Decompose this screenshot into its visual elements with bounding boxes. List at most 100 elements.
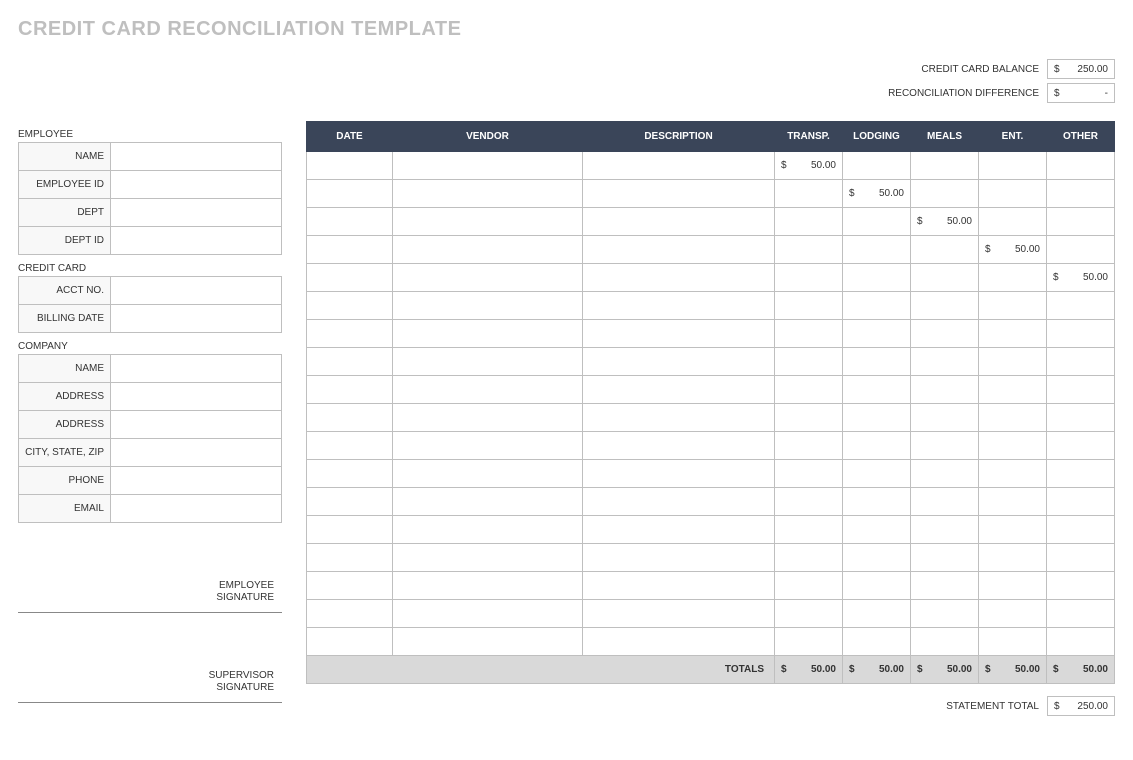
cell-transp[interactable] xyxy=(775,544,843,572)
employee-signature-area[interactable]: EMPLOYEE SIGNATURE xyxy=(18,571,282,613)
cell-meals[interactable] xyxy=(911,236,979,264)
cell-other[interactable] xyxy=(1047,348,1115,376)
cell-description[interactable] xyxy=(583,432,775,460)
cell-meals[interactable] xyxy=(911,488,979,516)
cell-ent[interactable] xyxy=(979,460,1047,488)
cell-description[interactable] xyxy=(583,488,775,516)
cell-other[interactable] xyxy=(1047,628,1115,656)
cell-ent[interactable] xyxy=(979,516,1047,544)
cell-lodging[interactable] xyxy=(843,208,911,236)
cell-vendor[interactable] xyxy=(393,292,583,320)
cell-vendor[interactable] xyxy=(393,348,583,376)
reconciliation-diff-value[interactable]: $ - xyxy=(1047,83,1115,103)
company-name-input[interactable] xyxy=(111,355,282,383)
company-email-input[interactable] xyxy=(111,495,282,523)
cell-meals[interactable] xyxy=(911,348,979,376)
acct-no-input[interactable] xyxy=(111,277,282,305)
dept-id-input[interactable] xyxy=(111,227,282,255)
cell-ent[interactable] xyxy=(979,488,1047,516)
cell-description[interactable] xyxy=(583,208,775,236)
cell-meals[interactable] xyxy=(911,404,979,432)
cell-description[interactable] xyxy=(583,404,775,432)
cell-ent[interactable] xyxy=(979,292,1047,320)
cell-ent[interactable] xyxy=(979,600,1047,628)
cell-meals[interactable] xyxy=(911,376,979,404)
cell-vendor[interactable] xyxy=(393,432,583,460)
cell-transp[interactable] xyxy=(775,376,843,404)
cell-meals[interactable] xyxy=(911,264,979,292)
cell-other[interactable] xyxy=(1047,544,1115,572)
cell-other[interactable] xyxy=(1047,460,1115,488)
cell-transp[interactable] xyxy=(775,404,843,432)
cell-description[interactable] xyxy=(583,516,775,544)
cell-vendor[interactable] xyxy=(393,376,583,404)
employee-name-input[interactable] xyxy=(111,143,282,171)
cell-ent[interactable] xyxy=(979,404,1047,432)
cell-other[interactable] xyxy=(1047,320,1115,348)
cell-transp[interactable] xyxy=(775,208,843,236)
cell-ent[interactable] xyxy=(979,572,1047,600)
cell-description[interactable] xyxy=(583,152,775,180)
cell-date[interactable] xyxy=(307,348,393,376)
cell-description[interactable] xyxy=(583,628,775,656)
cell-meals[interactable] xyxy=(911,292,979,320)
cell-transp[interactable] xyxy=(775,628,843,656)
cell-description[interactable] xyxy=(583,376,775,404)
cell-vendor[interactable] xyxy=(393,208,583,236)
cell-other[interactable] xyxy=(1047,600,1115,628)
cell-date[interactable] xyxy=(307,628,393,656)
employee-id-input[interactable] xyxy=(111,171,282,199)
cell-vendor[interactable] xyxy=(393,544,583,572)
cell-lodging[interactable] xyxy=(843,460,911,488)
cell-lodging[interactable] xyxy=(843,516,911,544)
cell-vendor[interactable] xyxy=(393,460,583,488)
cell-date[interactable] xyxy=(307,292,393,320)
cell-date[interactable] xyxy=(307,236,393,264)
cell-transp[interactable] xyxy=(775,320,843,348)
cell-ent[interactable] xyxy=(979,376,1047,404)
cell-description[interactable] xyxy=(583,236,775,264)
cell-lodging[interactable] xyxy=(843,544,911,572)
cell-description[interactable] xyxy=(583,544,775,572)
cell-transp[interactable] xyxy=(775,600,843,628)
cell-other[interactable] xyxy=(1047,516,1115,544)
cell-description[interactable] xyxy=(583,264,775,292)
cell-lodging[interactable] xyxy=(843,152,911,180)
cell-vendor[interactable] xyxy=(393,572,583,600)
cell-vendor[interactable] xyxy=(393,264,583,292)
cell-other[interactable] xyxy=(1047,572,1115,600)
cell-meals[interactable] xyxy=(911,628,979,656)
company-address2-input[interactable] xyxy=(111,411,282,439)
cell-date[interactable] xyxy=(307,432,393,460)
cell-ent[interactable] xyxy=(979,432,1047,460)
cell-description[interactable] xyxy=(583,320,775,348)
cell-other[interactable]: $50.00 xyxy=(1047,264,1115,292)
cell-meals[interactable] xyxy=(911,460,979,488)
cell-ent[interactable] xyxy=(979,348,1047,376)
cell-transp[interactable] xyxy=(775,180,843,208)
cell-lodging[interactable] xyxy=(843,348,911,376)
cell-ent[interactable] xyxy=(979,152,1047,180)
dept-input[interactable] xyxy=(111,199,282,227)
cell-ent[interactable] xyxy=(979,180,1047,208)
cell-date[interactable] xyxy=(307,404,393,432)
cell-other[interactable] xyxy=(1047,236,1115,264)
cell-transp[interactable] xyxy=(775,460,843,488)
cell-meals[interactable] xyxy=(911,152,979,180)
cell-vendor[interactable] xyxy=(393,180,583,208)
cell-ent[interactable] xyxy=(979,320,1047,348)
cell-transp[interactable] xyxy=(775,488,843,516)
cell-date[interactable] xyxy=(307,376,393,404)
cell-ent[interactable] xyxy=(979,628,1047,656)
cell-date[interactable] xyxy=(307,180,393,208)
cell-date[interactable] xyxy=(307,572,393,600)
cell-vendor[interactable] xyxy=(393,600,583,628)
cell-date[interactable] xyxy=(307,320,393,348)
cell-vendor[interactable] xyxy=(393,516,583,544)
cell-description[interactable] xyxy=(583,348,775,376)
cell-description[interactable] xyxy=(583,180,775,208)
cell-ent[interactable] xyxy=(979,264,1047,292)
cell-date[interactable] xyxy=(307,516,393,544)
cell-transp[interactable] xyxy=(775,516,843,544)
cell-meals[interactable] xyxy=(911,180,979,208)
